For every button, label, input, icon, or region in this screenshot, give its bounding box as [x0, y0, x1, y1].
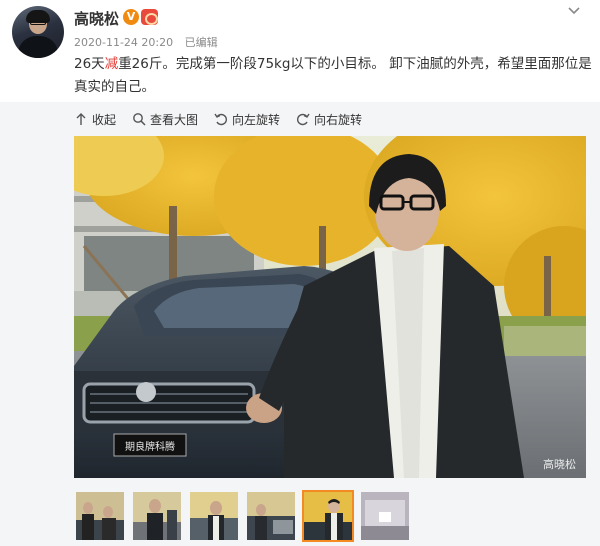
verified-badge-icon: V	[123, 9, 139, 25]
post-timestamp[interactable]: 2020-11-24 20:20	[74, 36, 173, 49]
photo-watermark: 高晓松	[543, 458, 576, 471]
edited-label[interactable]: 已编辑	[185, 36, 218, 49]
avatar-glasses	[30, 21, 46, 25]
post-text-before: 26天	[74, 56, 105, 72]
arrow-up-icon	[74, 112, 88, 126]
car-plate-text: 期良牌科腾	[125, 440, 175, 453]
member-level-icon	[141, 9, 158, 25]
collapse-button[interactable]: 收起	[74, 111, 116, 128]
post-body-text: 26天减重26斤。完成第一阶段75kg以下的小目标。 卸下油腻的外壳，希望里面那…	[74, 53, 594, 99]
rotate-left-button[interactable]: 向左旋转	[214, 111, 280, 128]
rotate-left-label: 向左旋转	[232, 112, 281, 127]
view-large-label: 查看大图	[150, 112, 199, 127]
collapse-label: 收起	[92, 112, 117, 127]
rotate-left-icon	[214, 112, 228, 126]
rotate-right-icon	[296, 112, 310, 126]
post-text-after: 重26斤。完成第一阶段75kg以下的小目标。 卸下油腻的外壳，希望里面那位是真实…	[74, 56, 592, 95]
thumbnail-2[interactable]	[131, 490, 183, 542]
post-photo[interactable]: 期良牌科腾 高晓松	[74, 136, 586, 478]
thumbnail-4[interactable]	[245, 490, 297, 542]
view-large-button[interactable]: 查看大图	[132, 111, 198, 128]
rotate-right-button[interactable]: 向右旋转	[296, 111, 362, 128]
thumbnail-1[interactable]	[74, 490, 126, 542]
post-meta: 2020-11-24 20:20 已编辑	[74, 34, 218, 50]
photo-scene: 期良牌科腾	[74, 136, 586, 478]
rotate-right-label: 向右旋转	[314, 112, 363, 127]
avatar-body	[18, 36, 58, 58]
search-icon	[132, 112, 146, 126]
thumbnail-3[interactable]	[188, 490, 240, 542]
chevron-down-icon[interactable]	[566, 2, 582, 22]
user-avatar[interactable]	[12, 6, 64, 58]
thumbnail-strip	[74, 490, 416, 544]
username-link[interactable]: 高晓松	[74, 8, 119, 29]
thumbnail-5-selected[interactable]	[302, 490, 354, 542]
post-text-highlight: 减	[104, 56, 119, 72]
media-toolbar: 收起 查看大图 向左旋转 向右旋转	[74, 110, 378, 128]
thumbnail-6[interactable]	[359, 490, 411, 542]
